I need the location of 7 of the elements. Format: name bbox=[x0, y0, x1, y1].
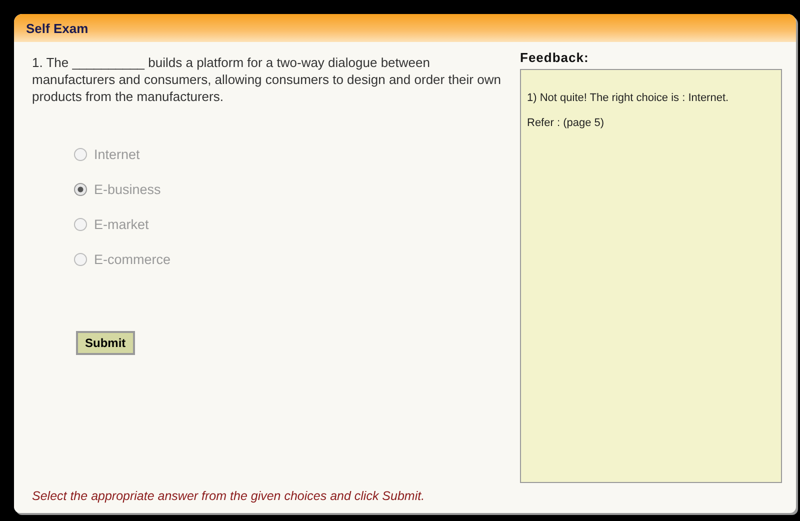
question-text: 1. The __________ builds a platform for a two-way dialogue between manufacturers and consumers, allowing consumers to design and order their own products from the manufacturers. bbox=[32, 54, 502, 105]
feedback-text: Refer : (page 5) bbox=[527, 117, 606, 129]
feedback-heading: Feedback: bbox=[520, 50, 590, 65]
feedback-text: 1) Not quite! The right choice is : Internet. bbox=[527, 92, 730, 104]
panel-title: Self Exam bbox=[26, 20, 88, 36]
instruction-text: Select the appropriate answer from the given choices and click Submit. bbox=[31, 489, 425, 505]
submit-button[interactable]: Submit bbox=[76, 331, 135, 355]
